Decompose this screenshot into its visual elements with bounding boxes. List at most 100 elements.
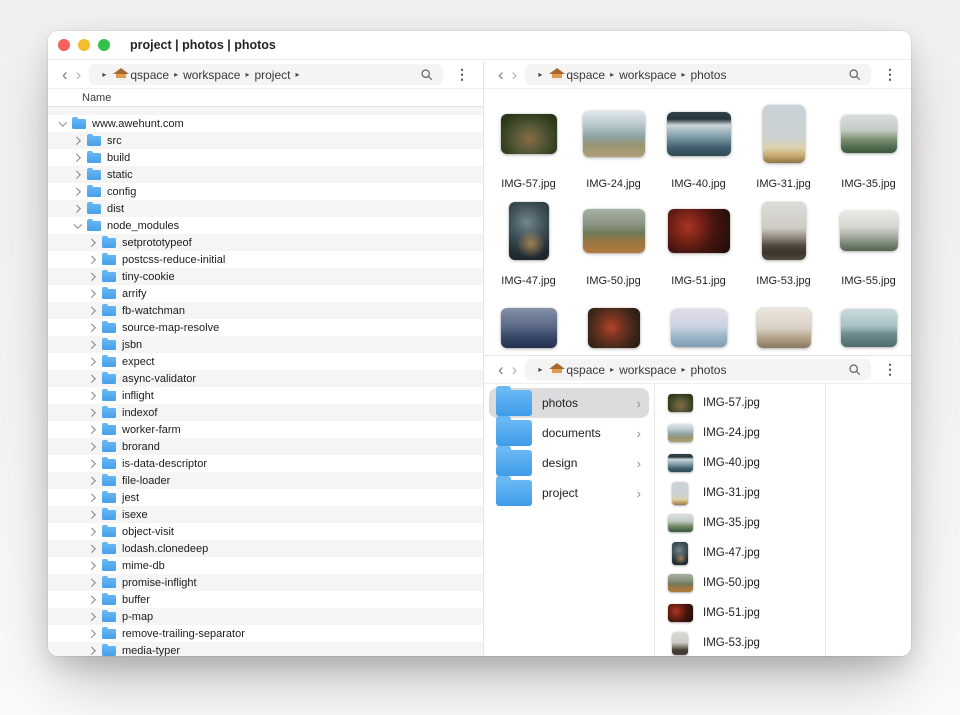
tree-item-p-map[interactable]: p-map (48, 608, 483, 625)
chevron-right-icon[interactable] (86, 525, 100, 539)
tree-item-file-loader[interactable]: file-loader (48, 472, 483, 489)
tree-item-indexof[interactable]: indexof (48, 404, 483, 421)
folder-item-documents[interactable]: documents› (489, 418, 649, 448)
photo-item-IMG-35.jpg[interactable]: IMG-35.jpg (826, 97, 911, 194)
file-list-item-IMG-31.jpg[interactable]: IMG-31.jpg (667, 478, 825, 508)
chevron-right-icon[interactable] (86, 287, 100, 301)
photo-item-IMG-40.jpg[interactable]: IMG-40.jpg (656, 97, 741, 194)
photo-item-IMG-24.jpg[interactable]: IMG-24.jpg (571, 97, 656, 194)
tree-item-tiny-cookie[interactable]: tiny-cookie (48, 268, 483, 285)
file-list-item-IMG-40.jpg[interactable]: IMG-40.jpg (667, 448, 825, 478)
chevron-right-icon[interactable] (86, 457, 100, 471)
more-options-icon[interactable]: ⋮ (877, 66, 903, 83)
tree-item-build[interactable]: build (48, 149, 483, 166)
breadcrumb-item-photos[interactable]: photos (690, 363, 726, 377)
back-button[interactable]: ‹ (58, 66, 72, 83)
tree-item-mime-db[interactable]: mime-db (48, 557, 483, 574)
chevron-right-icon[interactable] (86, 270, 100, 284)
tree-item-dist[interactable]: dist (48, 200, 483, 217)
tree-item-media-typer[interactable]: media-typer (48, 642, 483, 656)
zoom-button[interactable] (98, 39, 110, 51)
tree-item-static[interactable]: static (48, 166, 483, 183)
tree-item-lodash.clonedeep[interactable]: lodash.clonedeep (48, 540, 483, 557)
breadcrumb-item-workspace[interactable]: workspace (619, 363, 676, 377)
tree-item-src[interactable]: src (48, 132, 483, 149)
photo-item[interactable] (741, 291, 826, 355)
chevron-right-icon[interactable] (86, 576, 100, 590)
chevron-right-icon[interactable] (86, 355, 100, 369)
breadcrumb-item-qspace[interactable]: qspace (130, 68, 169, 82)
folder-item-design[interactable]: design› (489, 448, 649, 478)
chevron-right-icon[interactable] (86, 372, 100, 386)
chevron-right-icon[interactable] (71, 185, 85, 199)
chevron-right-icon[interactable] (71, 168, 85, 182)
chevron-right-icon[interactable] (86, 406, 100, 420)
tree-item-brorand[interactable]: brorand (48, 438, 483, 455)
tree-item-buffer[interactable]: buffer (48, 591, 483, 608)
file-list-item-IMG-24.jpg[interactable]: IMG-24.jpg (667, 418, 825, 448)
chevron-right-icon[interactable] (86, 542, 100, 556)
photo-item[interactable] (571, 291, 656, 355)
folder-item-photos[interactable]: photos› (489, 388, 649, 418)
photo-item-IMG-50.jpg[interactable]: IMG-50.jpg (571, 194, 656, 291)
breadcrumb-item-photos[interactable]: photos (690, 68, 726, 82)
back-button[interactable]: ‹ (494, 66, 508, 83)
tree-item-is-data-descriptor[interactable]: is-data-descriptor (48, 455, 483, 472)
file-list-item-IMG-35.jpg[interactable]: IMG-35.jpg (667, 508, 825, 538)
back-button[interactable]: ‹ (494, 361, 508, 378)
tree-item-www.awehunt.com[interactable]: www.awehunt.com (48, 115, 483, 132)
chevron-right-icon[interactable] (71, 202, 85, 216)
chevron-down-icon[interactable] (71, 219, 85, 233)
tree-item-fb-watchman[interactable]: fb-watchman (48, 302, 483, 319)
tree-column-header[interactable]: Name (48, 89, 483, 107)
chevron-right-icon[interactable] (86, 559, 100, 573)
photo-item-IMG-47.jpg[interactable]: IMG-47.jpg (486, 194, 571, 291)
minimize-button[interactable] (78, 39, 90, 51)
close-button[interactable] (58, 39, 70, 51)
chevron-right-icon[interactable] (86, 423, 100, 437)
chevron-right-icon[interactable] (86, 304, 100, 318)
photo-item[interactable] (656, 291, 741, 355)
tree-item-node_modules[interactable]: node_modules (48, 217, 483, 234)
tree-item-promise-inflight[interactable]: promise-inflight (48, 574, 483, 591)
home-icon[interactable] (549, 68, 564, 81)
chevron-right-icon[interactable] (86, 610, 100, 624)
photo-item-IMG-57.jpg[interactable]: IMG-57.jpg (486, 97, 571, 194)
chevron-right-icon[interactable] (86, 440, 100, 454)
tree-item-expect[interactable]: expect (48, 353, 483, 370)
photo-item[interactable] (826, 291, 911, 355)
chevron-right-icon[interactable] (86, 338, 100, 352)
search-icon[interactable] (846, 363, 863, 376)
search-icon[interactable] (418, 68, 435, 81)
tree-item-jest[interactable]: jest (48, 489, 483, 506)
chevron-right-icon[interactable] (71, 134, 85, 148)
photo-item-IMG-55.jpg[interactable]: IMG-55.jpg (826, 194, 911, 291)
forward-button[interactable]: › (508, 66, 522, 83)
folder-item-project[interactable]: project› (489, 478, 649, 508)
tree-item-remove-trailing-separator[interactable]: remove-trailing-separator (48, 625, 483, 642)
tree-item-worker-farm[interactable]: worker-farm (48, 421, 483, 438)
more-options-icon[interactable]: ⋮ (449, 66, 475, 83)
chevron-right-icon[interactable] (86, 593, 100, 607)
tree-item-postcss-reduce-initial[interactable]: postcss-reduce-initial (48, 251, 483, 268)
file-list-item-IMG-51.jpg[interactable]: IMG-51.jpg (667, 598, 825, 628)
tree-item-async-validator[interactable]: async-validator (48, 370, 483, 387)
chevron-right-icon[interactable] (86, 644, 100, 657)
photo-item[interactable] (486, 291, 571, 355)
photo-item-IMG-51.jpg[interactable]: IMG-51.jpg (656, 194, 741, 291)
tree-item-setprototypeof[interactable]: setprototypeof (48, 234, 483, 251)
file-list-item-IMG-50.jpg[interactable]: IMG-50.jpg (667, 568, 825, 598)
chevron-right-icon[interactable] (86, 253, 100, 267)
chevron-right-icon[interactable] (86, 491, 100, 505)
home-icon[interactable] (549, 363, 564, 376)
breadcrumb-item-workspace[interactable]: workspace (183, 68, 240, 82)
tree-item-object-visit[interactable]: object-visit (48, 523, 483, 540)
forward-button[interactable]: › (508, 361, 522, 378)
chevron-right-icon[interactable] (86, 321, 100, 335)
tree-item-isexe[interactable]: isexe (48, 506, 483, 523)
file-list-item-IMG-47.jpg[interactable]: IMG-47.jpg (667, 538, 825, 568)
more-options-icon[interactable]: ⋮ (877, 361, 903, 378)
file-list-item-IMG-57.jpg[interactable]: IMG-57.jpg (667, 388, 825, 418)
tree-item-inflight[interactable]: inflight (48, 387, 483, 404)
chevron-right-icon[interactable] (86, 236, 100, 250)
